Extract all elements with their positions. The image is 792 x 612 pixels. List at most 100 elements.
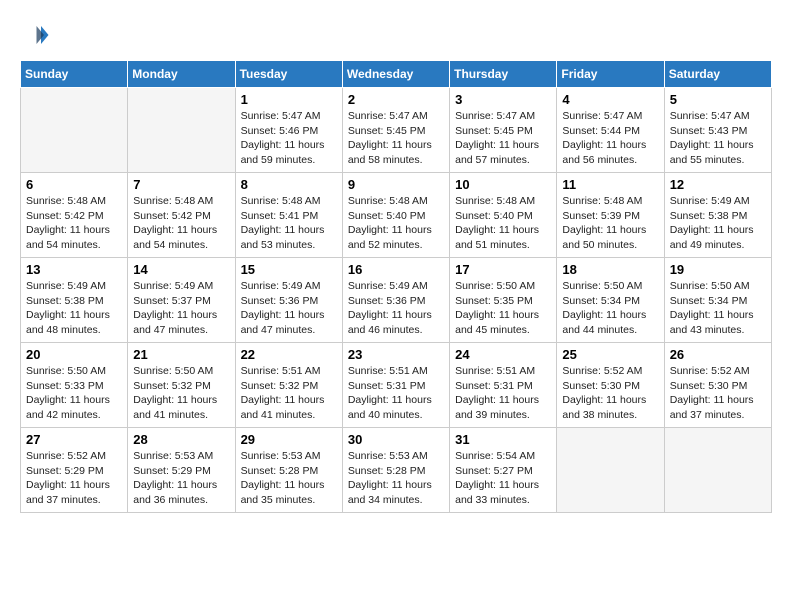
day-info: Sunrise: 5:48 AMSunset: 5:41 PMDaylight:… [241, 194, 337, 253]
calendar-cell [557, 428, 664, 513]
day-info: Sunrise: 5:50 AMSunset: 5:35 PMDaylight:… [455, 279, 551, 338]
calendar-week-5: 27 Sunrise: 5:52 AMSunset: 5:29 PMDayligh… [21, 428, 772, 513]
day-number: 11 [562, 177, 658, 192]
day-number: 30 [348, 432, 444, 447]
calendar-cell: 23 Sunrise: 5:51 AMSunset: 5:31 PMDayligh… [342, 343, 449, 428]
calendar-cell: 9 Sunrise: 5:48 AMSunset: 5:40 PMDaylight… [342, 173, 449, 258]
day-number: 9 [348, 177, 444, 192]
day-number: 29 [241, 432, 337, 447]
calendar-header: SundayMondayTuesdayWednesdayThursdayFrid… [21, 61, 772, 88]
day-number: 5 [670, 92, 766, 107]
calendar-cell: 10 Sunrise: 5:48 AMSunset: 5:40 PMDayligh… [450, 173, 557, 258]
day-info: Sunrise: 5:48 AMSunset: 5:42 PMDaylight:… [26, 194, 122, 253]
calendar-cell: 21 Sunrise: 5:50 AMSunset: 5:32 PMDayligh… [128, 343, 235, 428]
day-number: 27 [26, 432, 122, 447]
day-number: 10 [455, 177, 551, 192]
day-info: Sunrise: 5:51 AMSunset: 5:31 PMDaylight:… [348, 364, 444, 423]
calendar-cell: 2Sunrise: 5:47 AMSunset: 5:45 PMDaylight… [342, 88, 449, 173]
calendar-cell: 19 Sunrise: 5:50 AMSunset: 5:34 PMDayligh… [664, 258, 771, 343]
day-number: 14 [133, 262, 229, 277]
weekday-header-thursday: Thursday [450, 61, 557, 88]
day-number: 2 [348, 92, 444, 107]
day-info: Sunrise: 5:48 AMSunset: 5:39 PMDaylight:… [562, 194, 658, 253]
weekday-header-friday: Friday [557, 61, 664, 88]
day-info: Sunrise: 5:53 AMSunset: 5:29 PMDaylight:… [133, 449, 229, 508]
day-number: 16 [348, 262, 444, 277]
calendar-cell: 3 Sunrise: 5:47 AMSunset: 5:45 PMDaylight… [450, 88, 557, 173]
day-info: Sunrise: 5:52 AMSunset: 5:29 PMDaylight:… [26, 449, 122, 508]
day-info: Sunrise: 5:50 AMSunset: 5:34 PMDaylight:… [670, 279, 766, 338]
day-number: 23 [348, 347, 444, 362]
day-number: 19 [670, 262, 766, 277]
day-info: Sunrise: 5:50 AMSunset: 5:32 PMDaylight:… [133, 364, 229, 423]
day-info: Sunrise: 5:47 AMSunset: 5:46 PMDaylight:… [241, 109, 337, 168]
day-info: Sunrise: 5:51 AMSunset: 5:32 PMDaylight:… [241, 364, 337, 423]
calendar-cell: 15 Sunrise: 5:49 AMSunset: 5:36 PMDayligh… [235, 258, 342, 343]
day-info: Sunrise: 5:50 AMSunset: 5:33 PMDaylight:… [26, 364, 122, 423]
day-info: Sunrise: 5:49 AMSunset: 5:38 PMDaylight:… [26, 279, 122, 338]
day-number: 1 [241, 92, 337, 107]
day-info: Sunrise: 5:48 AMSunset: 5:40 PMDaylight:… [455, 194, 551, 253]
day-number: 18 [562, 262, 658, 277]
calendar-cell: 4 Sunrise: 5:47 AMSunset: 5:44 PMDaylight… [557, 88, 664, 173]
day-number: 6 [26, 177, 122, 192]
calendar-cell: 6 Sunrise: 5:48 AMSunset: 5:42 PMDaylight… [21, 173, 128, 258]
calendar-week-2: 6 Sunrise: 5:48 AMSunset: 5:42 PMDaylight… [21, 173, 772, 258]
day-number: 28 [133, 432, 229, 447]
calendar-cell: 12 Sunrise: 5:49 AMSunset: 5:38 PMDayligh… [664, 173, 771, 258]
calendar-cell [664, 428, 771, 513]
day-number: 21 [133, 347, 229, 362]
day-number: 4 [562, 92, 658, 107]
logo-icon [20, 20, 50, 50]
day-info: Sunrise: 5:49 AMSunset: 5:37 PMDaylight:… [133, 279, 229, 338]
day-number: 17 [455, 262, 551, 277]
weekday-header-tuesday: Tuesday [235, 61, 342, 88]
day-number: 25 [562, 347, 658, 362]
day-info: Sunrise: 5:53 AMSunset: 5:28 PMDaylight:… [241, 449, 337, 508]
day-info: Sunrise: 5:49 AMSunset: 5:38 PMDaylight:… [670, 194, 766, 253]
calendar-cell: 17 Sunrise: 5:50 AMSunset: 5:35 PMDayligh… [450, 258, 557, 343]
calendar-body: 1 Sunrise: 5:47 AMSunset: 5:46 PMDaylight… [21, 88, 772, 513]
day-info: Sunrise: 5:47 AMSunset: 5:44 PMDaylight:… [562, 109, 658, 168]
calendar-cell: 8 Sunrise: 5:48 AMSunset: 5:41 PMDaylight… [235, 173, 342, 258]
calendar-cell: 18 Sunrise: 5:50 AMSunset: 5:34 PMDayligh… [557, 258, 664, 343]
calendar-cell: 24 Sunrise: 5:51 AMSunset: 5:31 PMDayligh… [450, 343, 557, 428]
day-info: Sunrise: 5:48 AMSunset: 5:40 PMDaylight:… [348, 194, 444, 253]
calendar-cell: 27 Sunrise: 5:52 AMSunset: 5:29 PMDayligh… [21, 428, 128, 513]
calendar-cell [128, 88, 235, 173]
day-info: Sunrise: 5:47 AMSunset: 5:43 PMDaylight:… [670, 109, 766, 168]
calendar-week-3: 13Sunrise: 5:49 AMSunset: 5:38 PMDayligh… [21, 258, 772, 343]
day-info: Sunrise: 5:47 AMSunset: 5:45 PMDaylight:… [455, 109, 551, 168]
day-number: 7 [133, 177, 229, 192]
day-info: Sunrise: 5:51 AMSunset: 5:31 PMDaylight:… [455, 364, 551, 423]
day-info: Sunrise: 5:48 AMSunset: 5:42 PMDaylight:… [133, 194, 229, 253]
calendar-cell [21, 88, 128, 173]
day-number: 31 [455, 432, 551, 447]
day-number: 12 [670, 177, 766, 192]
calendar-cell: 26 Sunrise: 5:52 AMSunset: 5:30 PMDayligh… [664, 343, 771, 428]
day-info: Sunrise: 5:49 AMSunset: 5:36 PMDaylight:… [241, 279, 337, 338]
day-info: Sunrise: 5:52 AMSunset: 5:30 PMDaylight:… [562, 364, 658, 423]
weekday-header-saturday: Saturday [664, 61, 771, 88]
calendar-cell: 1 Sunrise: 5:47 AMSunset: 5:46 PMDaylight… [235, 88, 342, 173]
calendar-week-4: 20 Sunrise: 5:50 AMSunset: 5:33 PMDayligh… [21, 343, 772, 428]
calendar-cell: 13Sunrise: 5:49 AMSunset: 5:38 PMDayligh… [21, 258, 128, 343]
calendar-cell: 14 Sunrise: 5:49 AMSunset: 5:37 PMDayligh… [128, 258, 235, 343]
logo [20, 20, 54, 50]
calendar-cell: 16 Sunrise: 5:49 AMSunset: 5:36 PMDayligh… [342, 258, 449, 343]
calendar-cell: 25 Sunrise: 5:52 AMSunset: 5:30 PMDayligh… [557, 343, 664, 428]
weekday-header-sunday: Sunday [21, 61, 128, 88]
calendar-cell: 11 Sunrise: 5:48 AMSunset: 5:39 PMDayligh… [557, 173, 664, 258]
day-info: Sunrise: 5:52 AMSunset: 5:30 PMDaylight:… [670, 364, 766, 423]
day-info: Sunrise: 5:49 AMSunset: 5:36 PMDaylight:… [348, 279, 444, 338]
day-number: 24 [455, 347, 551, 362]
day-info: Sunrise: 5:50 AMSunset: 5:34 PMDaylight:… [562, 279, 658, 338]
day-number: 22 [241, 347, 337, 362]
day-number: 20 [26, 347, 122, 362]
day-number: 8 [241, 177, 337, 192]
calendar-cell: 30Sunrise: 5:53 AMSunset: 5:28 PMDayligh… [342, 428, 449, 513]
day-number: 26 [670, 347, 766, 362]
calendar-cell: 29 Sunrise: 5:53 AMSunset: 5:28 PMDayligh… [235, 428, 342, 513]
day-number: 3 [455, 92, 551, 107]
day-number: 15 [241, 262, 337, 277]
